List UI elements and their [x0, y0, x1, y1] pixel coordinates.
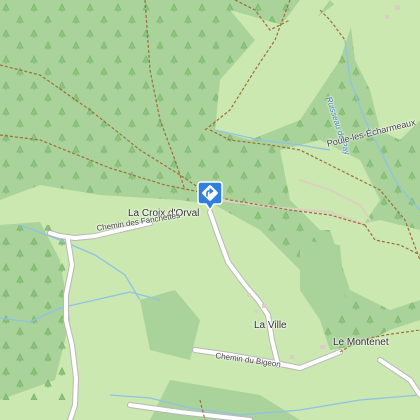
- map-view[interactable]: La Croix d'Orval Chemin des Fanchettes R…: [0, 0, 420, 420]
- direction-sign-icon: [197, 181, 223, 211]
- poi-marker[interactable]: [197, 181, 223, 211]
- place-label-le-montenet: Le Montenet: [333, 337, 389, 348]
- place-label-la-ville: La Ville: [254, 320, 287, 331]
